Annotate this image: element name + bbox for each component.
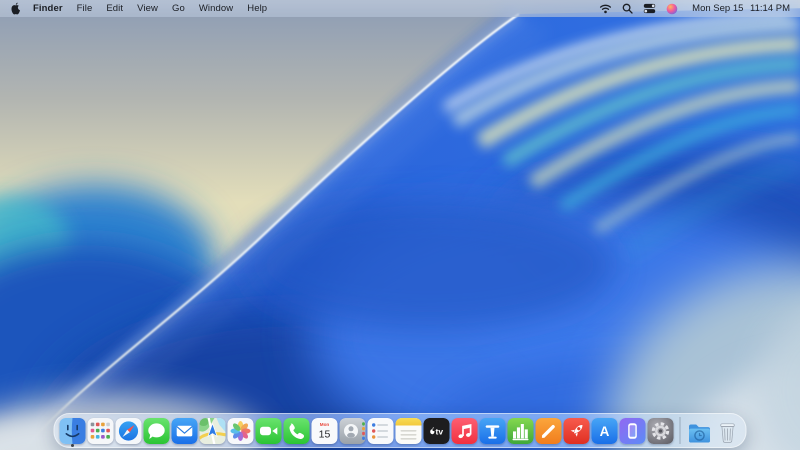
dock-icon-trash[interactable] bbox=[715, 418, 741, 444]
clock-date: Mon Sep 15 bbox=[692, 3, 744, 14]
tv-label: tv bbox=[436, 426, 444, 436]
menu-bar: Finder File Edit View Go Window Help Mon… bbox=[0, 0, 800, 17]
dock-icon-maps[interactable] bbox=[199, 417, 226, 444]
dock-icon-music[interactable] bbox=[451, 417, 478, 444]
app-store-letter: A bbox=[600, 424, 610, 439]
dock-icon-mail[interactable] bbox=[171, 417, 198, 444]
dock-icon-contacts[interactable] bbox=[339, 417, 366, 444]
menu-item-edit[interactable]: Edit bbox=[99, 3, 130, 14]
apple-menu[interactable] bbox=[10, 2, 24, 16]
menu-item-finder[interactable]: Finder bbox=[24, 3, 70, 14]
dock-icon-finder[interactable] bbox=[59, 417, 86, 447]
menu-item-go[interactable]: Go bbox=[165, 3, 192, 14]
dock-icon-pages[interactable] bbox=[535, 417, 562, 444]
dock-icon-games[interactable] bbox=[563, 417, 590, 444]
dock-icon-system-settings[interactable] bbox=[647, 417, 674, 444]
desktop-wallpaper bbox=[0, 0, 800, 450]
dock-icon-launchpad[interactable] bbox=[87, 417, 114, 444]
menu-item-file[interactable]: File bbox=[70, 3, 100, 14]
dock: Mon 15 tv A bbox=[53, 413, 747, 448]
dock-icon-downloads-folder[interactable] bbox=[687, 418, 713, 444]
menu-item-help[interactable]: Help bbox=[240, 3, 274, 14]
menu-item-window[interactable]: Window bbox=[192, 3, 240, 14]
dock-icon-reminders[interactable] bbox=[367, 417, 394, 444]
desktop: Finder File Edit View Go Window Help Mon… bbox=[0, 0, 800, 450]
dock-icon-iphone-mirroring[interactable] bbox=[619, 417, 646, 444]
dock-icon-facetime[interactable] bbox=[255, 417, 282, 444]
menu-item-view[interactable]: View bbox=[130, 3, 165, 14]
apple-logo-icon bbox=[11, 2, 21, 14]
calendar-weekday: Mon bbox=[320, 422, 330, 427]
dock-icon-tv[interactable]: tv bbox=[423, 417, 450, 444]
running-indicator bbox=[71, 443, 74, 447]
menu-bar-clock[interactable]: Mon Sep 15 11:14 PM bbox=[688, 3, 790, 14]
dock-icon-app-store[interactable]: A bbox=[591, 417, 618, 444]
dock-icon-messages[interactable] bbox=[143, 417, 170, 444]
dock-divider bbox=[679, 417, 681, 444]
wifi-icon[interactable] bbox=[599, 3, 612, 14]
dock-icon-photos[interactable] bbox=[227, 417, 254, 444]
clock-time: 11:14 PM bbox=[750, 3, 790, 14]
dock-icon-safari[interactable] bbox=[115, 417, 142, 444]
dock-icon-keynote[interactable] bbox=[479, 417, 506, 444]
control-center-icon[interactable] bbox=[643, 3, 656, 14]
calendar-day: 15 bbox=[319, 428, 331, 440]
dock-icon-notes[interactable] bbox=[395, 417, 422, 444]
dock-icon-phone[interactable] bbox=[283, 417, 310, 444]
dock-icon-numbers[interactable] bbox=[507, 417, 534, 444]
dock-icon-calendar[interactable]: Mon 15 bbox=[311, 417, 338, 444]
siri-icon[interactable] bbox=[666, 3, 678, 15]
search-icon[interactable] bbox=[622, 3, 633, 14]
